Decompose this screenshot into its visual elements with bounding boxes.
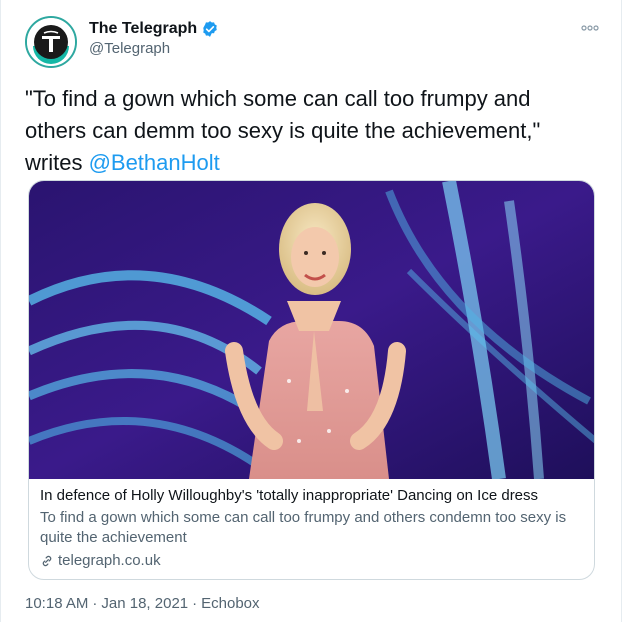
display-name-row: The Telegraph (89, 20, 219, 38)
account-handle[interactable]: @Telegraph (89, 40, 219, 57)
card-domain[interactable]: telegraph.co.uk (40, 551, 590, 571)
tweet-text: "To find a gown which some can call too … (25, 83, 585, 179)
display-name[interactable]: The Telegraph (89, 20, 197, 38)
avatar[interactable] (25, 16, 77, 68)
link-card[interactable]: In defence of Holly Willoughby's 'totall… (28, 180, 595, 580)
telegraph-logo-icon (27, 18, 75, 66)
more-options-icon[interactable] (579, 20, 601, 36)
tweet-meta: 10:18 AM · Jan 18, 2021 · Echobox (25, 595, 260, 612)
meta-separator: · (192, 595, 198, 612)
card-text: In defence of Holly Willoughby's 'totall… (40, 486, 590, 571)
mention-link[interactable]: @BethanHolt (89, 150, 220, 175)
tweet-date[interactable]: Jan 18, 2021 (101, 595, 188, 612)
verified-badge-icon (201, 20, 219, 38)
article-photo[interactable] (29, 181, 594, 479)
tweet-header: The Telegraph @Telegraph (25, 16, 601, 70)
card-title[interactable]: In defence of Holly Willoughby's 'totall… (40, 486, 590, 506)
tweet-time[interactable]: 10:18 AM (25, 595, 88, 612)
link-icon (40, 554, 54, 568)
tweet: The Telegraph @Telegraph "To find a gown… (0, 0, 622, 622)
card-domain-text: telegraph.co.uk (58, 552, 161, 569)
account-names: The Telegraph @Telegraph (89, 20, 219, 57)
meta-separator: · (92, 595, 98, 612)
card-description: To find a gown which some can call too f… (40, 509, 567, 546)
tweet-source[interactable]: Echobox (201, 595, 259, 612)
